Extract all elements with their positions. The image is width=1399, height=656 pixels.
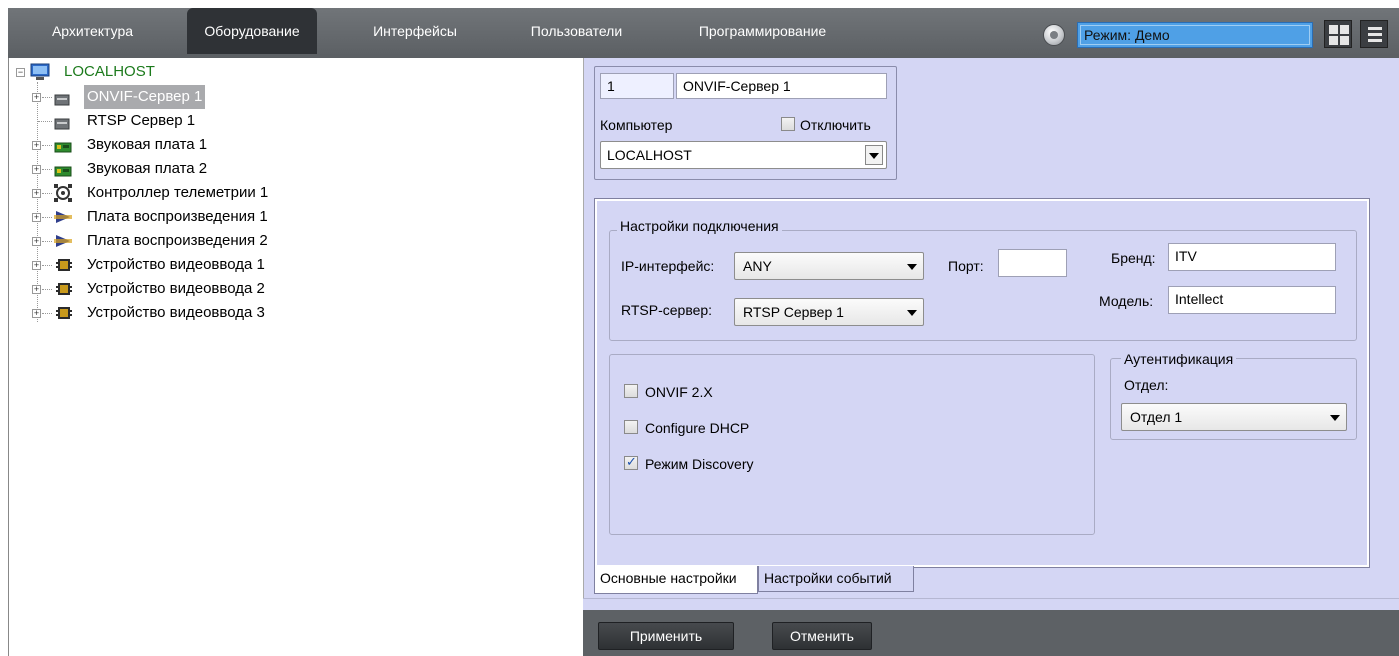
tree-item-rtsp-server-1[interactable]: RTSP Сервер 1 [30,109,330,133]
dept-select[interactable]: Отдел 1 [1121,403,1347,431]
video-input-icon [56,281,72,295]
expand-icon[interactable]: + [32,309,41,318]
server-icon [54,90,70,106]
mode-field[interactable]: Режим: Демо [1077,22,1313,48]
server-icon [54,114,70,130]
tree-item-playback-board-2[interactable]: + Плата воспроизведения 2 [30,229,350,253]
expand-icon[interactable]: + [32,285,41,294]
options-group [609,354,1095,535]
playback-board-icon [54,209,72,223]
tree-item-video-input-3[interactable]: + Устройство видеоввода 3 [30,301,350,325]
mode-icon[interactable] [1043,24,1065,46]
tree-item-label: Устройство видеоввода 1 [87,256,265,273]
tab-equipment[interactable]: Оборудование [187,8,317,54]
tree-item-sound-card-1[interactable]: + Звуковая плата 1 [30,133,330,157]
tab-interfaces[interactable]: Интерфейсы [355,8,475,54]
tree-item-label: Устройство видеоввода 3 [87,304,265,321]
discovery-checkbox[interactable] [624,454,638,470]
rtsp-server-label: RTSP-сервер: [621,302,713,318]
dept-value: Отдел 1 [1130,409,1183,425]
tree-item-sound-card-2[interactable]: + Звуковая плата 2 [30,157,330,181]
computer-select-value: LOCALHOST [607,147,692,163]
tree-item-playback-board-1[interactable]: + Плата воспроизведения 1 [30,205,350,229]
discovery-label: Режим Discovery [645,456,754,472]
configure-dhcp-checkbox[interactable] [624,420,638,434]
chevron-down-icon[interactable] [865,145,883,165]
expand-icon[interactable]: + [32,165,41,174]
tab-architecture[interactable]: Архитектура [30,8,155,54]
rtsp-server-value: RTSP Сервер 1 [743,304,844,320]
tree-item-label: Контроллер телеметрии 1 [87,184,269,201]
tab-users[interactable]: Пользователи [514,8,639,54]
chevron-down-icon [1330,415,1340,421]
tree-item-label: RTSP Сервер 1 [87,112,196,129]
tree-item-video-input-2[interactable]: + Устройство видеоввода 2 [30,277,350,301]
port-field[interactable] [998,249,1067,277]
tree-root-label: LOCALHOST [64,63,155,80]
tree-item-label: Звуковая плата 1 [87,136,208,153]
computer-label: Компьютер [600,117,673,133]
chevron-down-icon [907,310,917,316]
tree-item-onvif-server-1[interactable]: + ONVIF-Сервер 1 [30,85,330,109]
sound-card-icon [54,138,72,153]
computer-icon [30,63,50,80]
brand-label: Бренд: [1111,250,1156,266]
rtsp-server-select[interactable]: RTSP Сервер 1 [734,298,924,326]
cancel-button[interactable]: Отменить [772,622,872,650]
configure-dhcp-label: Configure DHCP [645,420,750,436]
video-input-icon [56,305,72,319]
tree-item-label: Звуковая плата 2 [87,160,208,177]
tab-event-settings[interactable]: Настройки событий [758,566,914,592]
tree-item-video-input-1[interactable]: + Устройство видеоввода 1 [30,253,350,277]
chevron-down-icon [907,264,917,270]
onvif2x-checkbox[interactable] [624,384,638,398]
ip-interface-label: IP-интерфейс: [621,258,715,274]
ip-interface-value: ANY [743,258,772,274]
collapse-icon[interactable]: − [16,68,25,77]
tab-main-settings[interactable]: Основные настройки [594,566,758,594]
tree-item-telemetry-controller-1[interactable]: + Контроллер телеметрии 1 [30,181,350,205]
tab-programming[interactable]: Программирование [680,8,845,54]
apply-button[interactable]: Применить [598,622,734,650]
object-name-field[interactable]: ONVIF-Сервер 1 [676,73,887,99]
model-field[interactable]: Intellect [1168,286,1336,314]
top-bar: Архитектура Оборудование Интерфейсы Поль… [0,0,1399,58]
tree-item-label: Плата воспроизведения 1 [87,208,268,225]
bottom-strip [583,598,1399,610]
tree-item-label: Устройство видеоввода 2 [87,280,265,297]
model-label: Модель: [1099,293,1154,309]
brand-field[interactable]: ITV [1168,243,1336,271]
telemetry-controller-icon [54,184,72,202]
sound-card-icon [54,162,72,177]
connection-group-title: Настройки подключения [617,217,782,235]
disable-label: Отключить [800,117,871,133]
tree-item-label: Плата воспроизведения 2 [87,232,268,249]
port-label: Порт: [948,258,984,274]
expand-icon[interactable]: + [32,261,41,270]
expand-icon[interactable]: + [32,141,41,150]
onvif2x-label: ONVIF 2.X [645,384,713,400]
disable-checkbox[interactable] [781,117,795,131]
layout-grid-icon[interactable] [1324,20,1352,48]
playback-board-icon [54,233,72,247]
dept-label: Отдел: [1124,377,1169,393]
expand-icon[interactable]: + [32,189,41,198]
expand-icon[interactable]: + [32,213,41,222]
computer-select[interactable]: LOCALHOST [600,141,887,169]
menu-icon[interactable] [1360,20,1388,48]
auth-group-title: Аутентификация [1121,350,1237,368]
expand-icon[interactable]: + [32,237,41,246]
tree-item-label: ONVIF-Сервер 1 [84,85,206,109]
object-id-field[interactable]: 1 [600,73,674,99]
expand-icon[interactable]: + [32,93,41,102]
ip-interface-select[interactable]: ANY [734,252,924,280]
video-input-icon [56,257,72,271]
tree-root[interactable]: − LOCALHOST [16,60,216,84]
